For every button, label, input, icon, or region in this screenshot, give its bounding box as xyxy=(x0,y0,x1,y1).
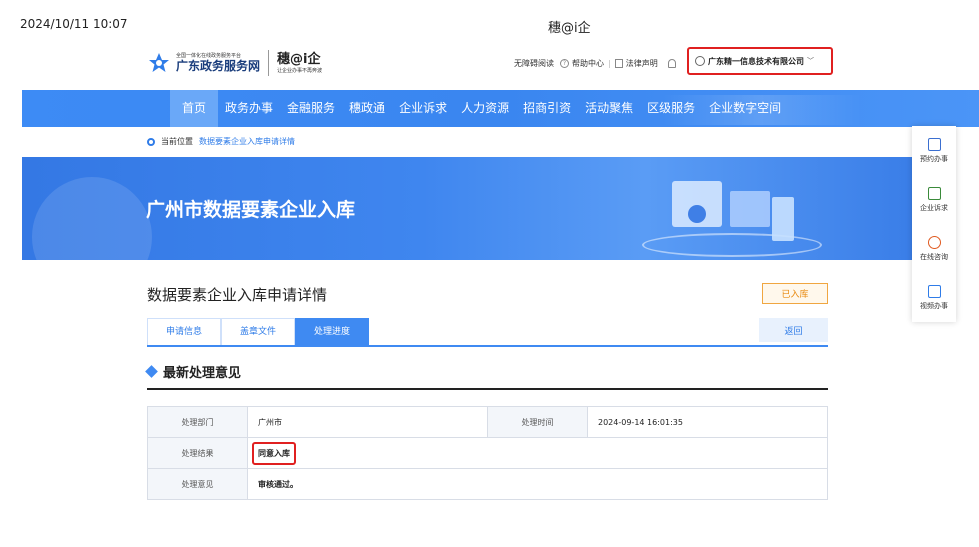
document-icon xyxy=(614,59,623,68)
headset-icon xyxy=(927,235,941,249)
tab-application-info[interactable]: 申请信息 xyxy=(147,318,221,345)
time-label: 处理时间 xyxy=(487,406,588,438)
brand-name: 穗@i企 xyxy=(277,52,321,67)
result-value: 同意入库 xyxy=(252,441,296,465)
processing-table: 处理部门 广州市 处理时间 2024-09-14 16:01:35 处理结果 同… xyxy=(147,406,828,500)
nav-item-investment[interactable]: 招商引资 xyxy=(516,90,578,127)
side-item-appeal[interactable]: 企业诉求 xyxy=(912,175,956,224)
side-item-video[interactable]: 视频办事 xyxy=(912,273,956,322)
nav-item-events[interactable]: 活动聚焦 xyxy=(578,90,640,127)
opinion-label: 处理意见 xyxy=(147,468,248,500)
site-header: 全国一体化在线政务服务平台 广东政务服务网 穗@i企 让企业办事不再奔波 无障碍… xyxy=(0,40,979,90)
table-row: 处理结果 同意入库 xyxy=(147,437,828,469)
gov-name: 广东政务服务网 xyxy=(176,59,261,73)
chevron-down-icon: ﹀ xyxy=(807,57,814,65)
nav-item-finance[interactable]: 金融服务 xyxy=(280,90,342,127)
nav-item-suizhengtong[interactable]: 穗政通 xyxy=(342,90,392,127)
accessible-reading-link[interactable]: 无障碍阅读 xyxy=(514,58,554,69)
side-label: 企业诉求 xyxy=(920,203,948,212)
detail-tabs: 申请信息 盖章文件 处理进度 xyxy=(147,318,828,347)
section-divider xyxy=(147,388,828,390)
brand-slogan: 让企业办事不再奔波 xyxy=(277,68,323,74)
nav-item-digital-space[interactable]: 企业数字空间 xyxy=(702,90,788,127)
gov-logo-icon xyxy=(148,52,170,74)
nav-item-gov-affairs[interactable]: 政务办事 xyxy=(218,90,280,127)
avatar xyxy=(688,205,706,223)
print-date: 2024/10/11 10:07 xyxy=(20,17,128,31)
dept-value: 广州市 xyxy=(247,406,488,438)
back-button[interactable]: 返回 xyxy=(759,318,828,342)
dept-label: 处理部门 xyxy=(147,406,248,438)
banner-title: 广州市数据要素企业入库 xyxy=(146,199,356,221)
side-label: 预约办事 xyxy=(920,154,948,163)
header-links: 无障碍阅读 ? 帮助中心 | 法律声明 xyxy=(514,58,686,69)
nav-item-hr[interactable]: 人力资源 xyxy=(454,90,516,127)
chart-icon xyxy=(927,137,941,151)
table-row: 处理部门 广州市 处理时间 2024-09-14 16:01:35 xyxy=(147,406,828,438)
video-icon xyxy=(927,284,941,298)
banner-illustration xyxy=(642,171,822,257)
logo[interactable]: 全国一体化在线政务服务平台 广东政务服务网 穗@i企 让企业办事不再奔波 xyxy=(148,50,322,76)
help-center-link[interactable]: ? 帮助中心 xyxy=(560,58,604,69)
bell-icon[interactable] xyxy=(667,59,676,68)
breadcrumb: 当前位置 数据要素企业入库申请详情 xyxy=(147,136,295,147)
status-badge: 已入库 xyxy=(762,283,828,304)
section-title: 最新处理意见 xyxy=(145,362,242,381)
banner-decoration xyxy=(32,177,152,260)
floating-service-bar: 预约办事 企业诉求 在线咨询 视频办事 xyxy=(912,126,956,322)
result-label: 处理结果 xyxy=(147,437,248,469)
breadcrumb-label: 当前位置 xyxy=(161,137,193,146)
page-title: 数据要素企业入库申请详情 xyxy=(147,286,328,304)
side-label: 视频办事 xyxy=(920,301,948,310)
company-name: 广东精一信息技术有限公司 xyxy=(708,56,804,66)
page-banner: 广州市数据要素企业入库 xyxy=(22,157,912,260)
side-item-appointment[interactable]: 预约办事 xyxy=(912,126,956,175)
location-icon xyxy=(147,137,155,146)
company-account-menu[interactable]: 广东精一信息技术有限公司 ﹀ xyxy=(687,47,833,75)
print-title: 穗@i企 xyxy=(548,21,591,36)
legal-notice-label: 法律声明 xyxy=(625,59,658,68)
side-label: 在线咨询 xyxy=(920,252,948,261)
tab-progress[interactable]: 处理进度 xyxy=(295,318,369,345)
diamond-icon xyxy=(145,365,158,378)
link-separator: | xyxy=(608,59,611,68)
time-value: 2024-09-14 16:01:35 xyxy=(587,406,828,438)
opinion-value: 审核通过。 xyxy=(247,468,828,500)
legal-notice-link[interactable]: 法律声明 xyxy=(614,58,658,69)
nav-item-district[interactable]: 区级服务 xyxy=(640,90,702,127)
main-nav: 首页 政务办事 金融服务 穗政通 企业诉求 人力资源 招商引资 活动聚焦 区级服… xyxy=(22,90,979,127)
side-item-consult[interactable]: 在线咨询 xyxy=(912,224,956,273)
breadcrumb-current[interactable]: 数据要素企业入库申请详情 xyxy=(199,136,295,147)
section-title-text: 最新处理意见 xyxy=(163,366,242,381)
logo-divider xyxy=(268,50,270,76)
question-icon: ? xyxy=(560,59,569,68)
nav-item-enterprise-appeal[interactable]: 企业诉求 xyxy=(392,90,454,127)
nav-item-home[interactable]: 首页 xyxy=(170,90,219,127)
document-icon xyxy=(927,186,941,200)
help-center-label: 帮助中心 xyxy=(572,59,604,68)
tab-stamped-files[interactable]: 盖章文件 xyxy=(221,318,295,345)
user-icon xyxy=(695,56,705,66)
result-cell: 同意入库 xyxy=(247,437,828,469)
table-row: 处理意见 审核通过。 xyxy=(147,468,828,500)
